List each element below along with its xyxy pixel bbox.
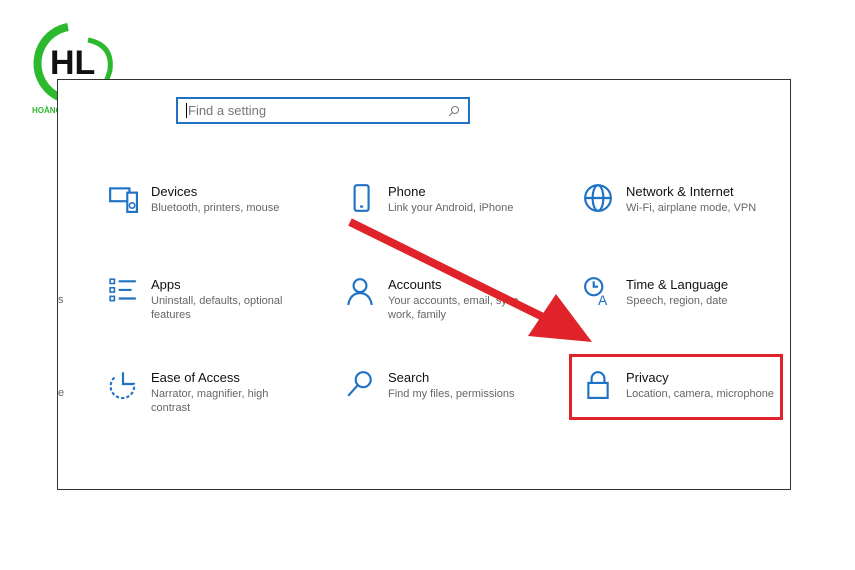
red-arrow-icon <box>348 218 592 342</box>
